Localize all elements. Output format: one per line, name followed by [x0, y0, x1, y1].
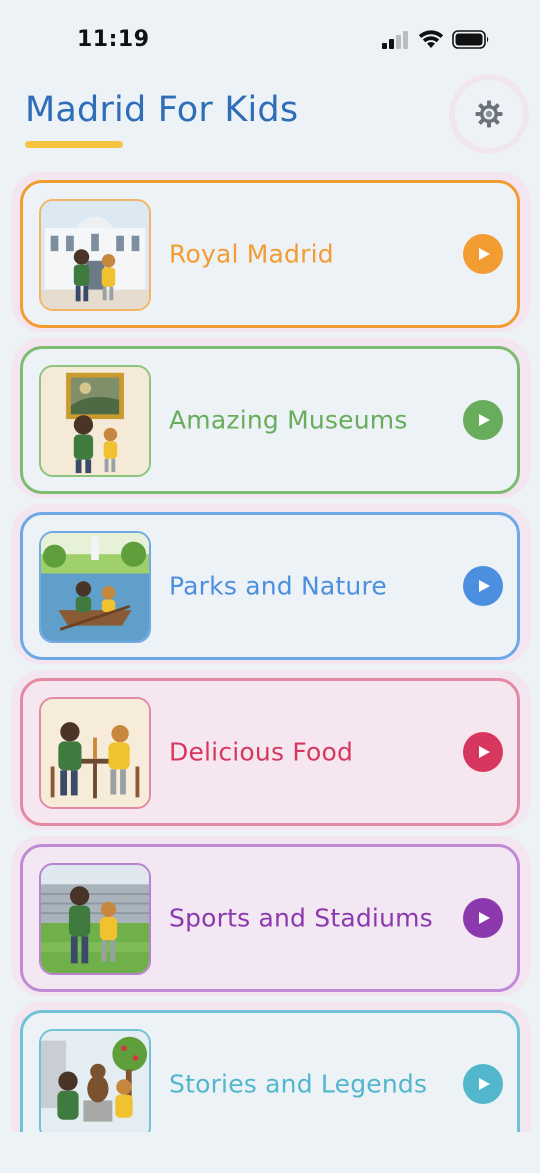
play-button[interactable]	[463, 732, 503, 772]
category-label: Parks and Nature	[169, 571, 387, 601]
wifi-icon	[418, 30, 444, 48]
category-item: Parks and Nature	[11, 504, 531, 664]
play-icon	[479, 912, 490, 924]
category-card-stories-and-legends[interactable]: Stories and Legends	[20, 1010, 520, 1132]
play-button[interactable]	[463, 898, 503, 938]
bear-statue-illustration	[39, 1029, 151, 1132]
play-button[interactable]	[463, 400, 503, 440]
category-item: Sports and Stadiums	[11, 836, 531, 996]
category-list: Royal Madrid Amazing Museums Parks and N…	[0, 170, 540, 1132]
play-icon	[479, 414, 490, 426]
play-button[interactable]	[463, 566, 503, 606]
cellular-signal-icon	[382, 31, 408, 49]
status-bar: 11:19	[0, 0, 540, 80]
category-item: Delicious Food	[11, 670, 531, 830]
category-card-sports-and-stadiums[interactable]: Sports and Stadiums	[20, 844, 520, 992]
category-label: Stories and Legends	[169, 1069, 428, 1099]
category-card-delicious-food[interactable]: Delicious Food	[20, 678, 520, 826]
play-icon	[479, 746, 490, 758]
category-label: Amazing Museums	[169, 405, 408, 435]
page-title: Madrid For Kids	[25, 90, 299, 130]
category-card-royal-madrid[interactable]: Royal Madrid	[20, 180, 520, 328]
royal-palace-illustration	[39, 199, 151, 311]
category-item: Royal Madrid	[11, 172, 531, 332]
settings-button[interactable]	[455, 80, 523, 148]
food-churros-illustration	[39, 697, 151, 809]
stadium-illustration	[39, 863, 151, 975]
category-label: Royal Madrid	[169, 239, 334, 269]
category-item: Stories and Legends	[11, 1002, 531, 1132]
category-card-amazing-museums[interactable]: Amazing Museums	[20, 346, 520, 494]
app-screen: 11:19 Madrid For Kids Royal Madrid Amazi…	[0, 0, 540, 1173]
category-label: Delicious Food	[169, 737, 354, 767]
play-icon	[479, 580, 490, 592]
title-underline	[25, 141, 123, 148]
play-button[interactable]	[463, 1064, 503, 1104]
play-icon	[479, 248, 490, 260]
category-label: Sports and Stadiums	[169, 903, 433, 933]
play-icon	[479, 1078, 490, 1090]
play-button[interactable]	[463, 234, 503, 274]
museum-painting-illustration	[39, 365, 151, 477]
park-boat-illustration	[39, 531, 151, 643]
gear-icon	[475, 100, 503, 128]
status-time: 11:19	[77, 27, 150, 52]
category-item: Amazing Museums	[11, 338, 531, 498]
battery-icon	[452, 30, 489, 49]
category-card-parks-and-nature[interactable]: Parks and Nature	[20, 512, 520, 660]
